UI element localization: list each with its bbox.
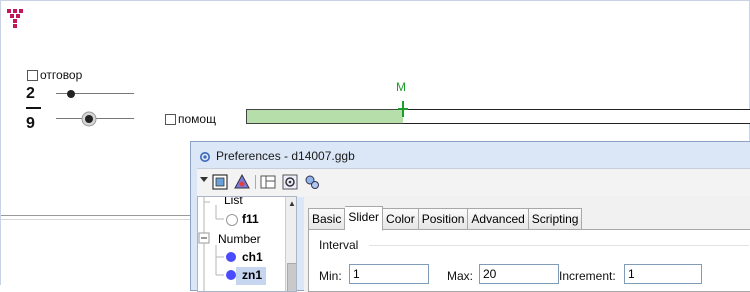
tree-group-list[interactable]: List <box>224 197 243 207</box>
tab-position[interactable]: Position <box>418 208 469 231</box>
tab-scripting[interactable]: Scripting <box>528 208 583 231</box>
fraction-bar <box>26 107 41 109</box>
point-m[interactable] <box>397 101 409 117</box>
divider-line <box>1 215 196 216</box>
preferences-dialog[interactable]: Preferences - d14007.ggb List f11 Number… <box>190 141 750 292</box>
increment-input[interactable] <box>624 264 702 284</box>
fraction-denominator: 9 <box>26 115 35 132</box>
tab-color[interactable]: Color <box>383 208 419 231</box>
numerator-slider[interactable] <box>56 88 136 100</box>
answer-checkbox-label: отговор <box>40 68 83 82</box>
tree-object-dot <box>226 214 238 226</box>
geogebra-tower-icon <box>7 9 23 36</box>
tree-group-number[interactable]: Number <box>218 232 261 246</box>
interval-section-title: Interval <box>319 238 359 252</box>
increment-label: Increment: <box>559 269 616 283</box>
tab-slider[interactable]: Slider <box>345 206 384 231</box>
divider-line-light <box>1 219 196 220</box>
fraction-bar-empty <box>403 109 750 124</box>
answer-checkbox[interactable]: отговор <box>27 68 82 82</box>
tab-basic[interactable]: Basic <box>308 208 346 231</box>
tree-scrollbar[interactable]: ▲ <box>285 197 296 291</box>
numerator-slider-handle[interactable] <box>65 88 77 100</box>
tree-object-dot <box>226 252 236 262</box>
dialog-title: Preferences - d14007.ggb <box>216 149 355 163</box>
tree-item-zn1[interactable]: zn1 <box>242 268 262 282</box>
settings-panel: Basic Slider Color Position Advanced Scr… <box>304 196 750 292</box>
slider-tab-content: Interval Min: Max: Increment: <box>308 229 750 292</box>
section-divider <box>369 245 749 246</box>
tree-object-dot <box>226 270 236 280</box>
help-checkbox-box[interactable] <box>165 113 176 125</box>
object-tree[interactable]: List f11 Number ch1 zn1 ▲ <box>197 196 297 292</box>
gear-icon <box>199 150 211 168</box>
settings-tabs: Basic Slider Color Position Advanced Scr… <box>308 206 583 231</box>
denominator-slider-handle[interactable] <box>81 111 97 127</box>
fraction-bar-filled <box>246 109 404 124</box>
algebra-triangle-icon[interactable] <box>233 173 251 191</box>
graphics-icon[interactable] <box>211 173 229 191</box>
tree-item-f11[interactable]: f11 <box>242 212 259 226</box>
dialog-titlebar[interactable]: Preferences - d14007.ggb <box>191 142 750 168</box>
tree-item-ch1[interactable]: ch1 <box>242 250 263 264</box>
answer-checkbox-box[interactable] <box>27 69 38 81</box>
toolbar-separator <box>255 175 256 189</box>
help-checkbox-label: помощ <box>178 112 216 126</box>
advanced-gears-icon[interactable] <box>303 173 321 191</box>
help-checkbox[interactable]: помощ <box>165 112 216 126</box>
settings-gear-icon[interactable] <box>281 173 299 191</box>
layout-icon[interactable] <box>259 173 277 191</box>
tab-advanced[interactable]: Advanced <box>468 208 529 231</box>
denominator-slider[interactable] <box>56 111 136 127</box>
dialog-toolbar <box>197 168 750 197</box>
scroll-up-arrow-icon[interactable]: ▲ <box>288 199 296 208</box>
min-input[interactable] <box>349 264 429 284</box>
point-m-label: M <box>396 80 406 94</box>
min-label: Min: <box>319 269 342 283</box>
max-input[interactable] <box>479 264 559 284</box>
max-label: Max: <box>447 269 474 283</box>
scrollbar-thumb[interactable] <box>287 263 296 291</box>
fraction-numerator: 2 <box>26 85 35 102</box>
